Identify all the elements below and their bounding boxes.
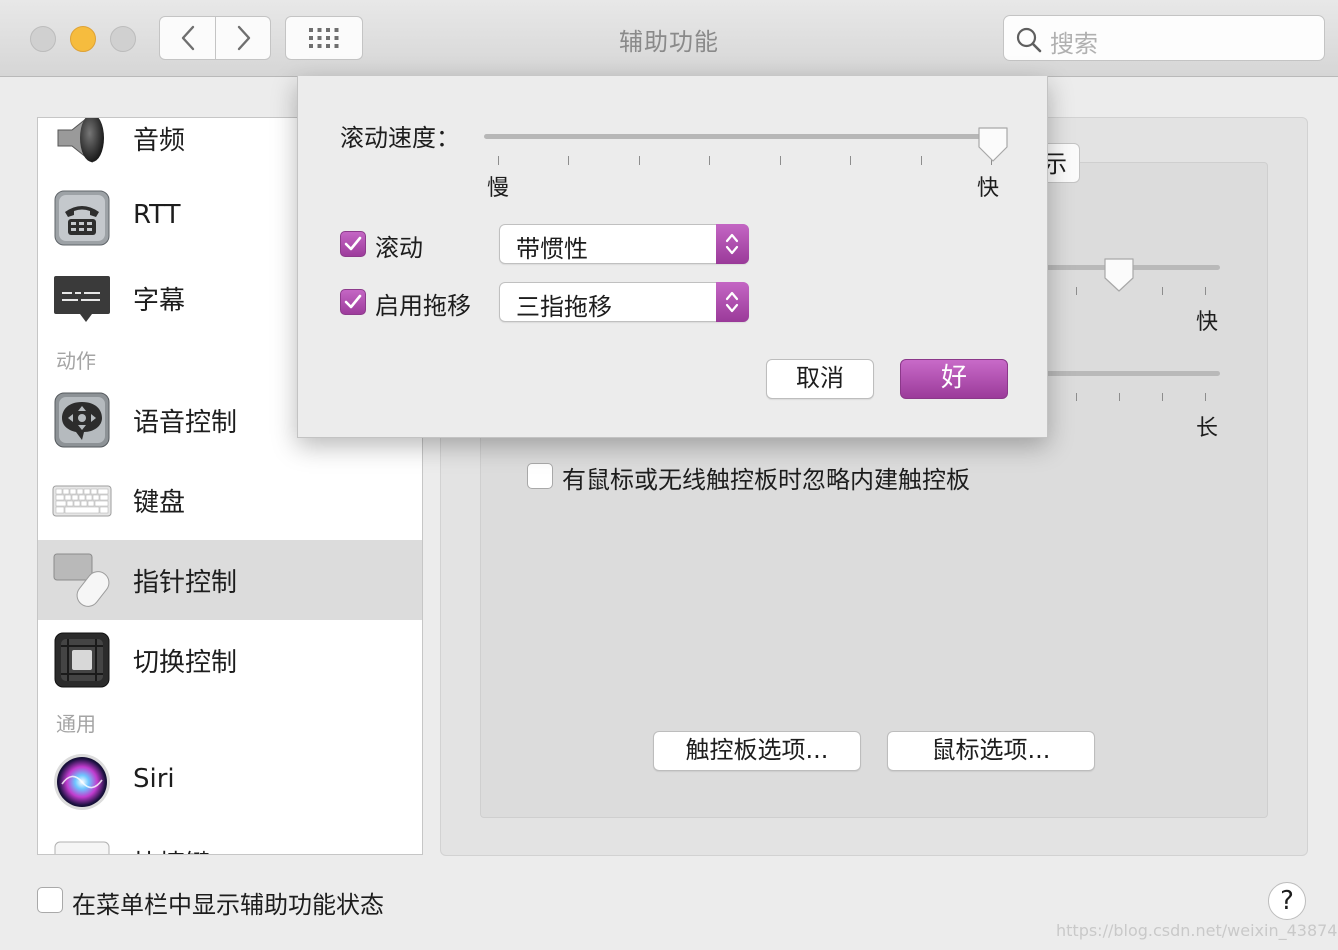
scroll-checkbox-label: 滚动 — [375, 234, 423, 262]
sidebar-item-label: Siri — [133, 764, 175, 794]
checkmark-icon — [344, 236, 362, 251]
trackpad-options-sheet: 滚动速度： 慢 快 滚动 带惯性 启用拖移 三指拖移 取消 好 — [297, 76, 1048, 438]
sidebar-item-label: RTT — [133, 200, 181, 230]
search-field[interactable]: 搜索 — [1003, 15, 1325, 61]
sidebar-item-keyboard[interactable]: 键盘 — [38, 460, 422, 540]
delay-long-label: 长 — [1196, 416, 1219, 441]
siri-icon — [54, 754, 110, 810]
slider-tick — [1076, 393, 1077, 401]
slider-tick — [850, 156, 851, 165]
search-placeholder: 搜索 — [1050, 30, 1098, 58]
section-header-general: 通用 — [56, 712, 96, 736]
switch-control-icon — [54, 632, 110, 688]
drag-checkbox-label: 启用拖移 — [375, 292, 471, 320]
mouse-options-button[interactable]: 鼠标选项... — [887, 731, 1095, 771]
scroll-speed-label: 滚动速度： — [340, 124, 460, 152]
menubar-status-checkbox[interactable] — [37, 887, 63, 913]
slider-tick — [568, 156, 569, 165]
scroll-mode-popup[interactable]: 带惯性 — [499, 224, 749, 264]
scroll-checkbox[interactable] — [340, 231, 366, 257]
slider-tick — [921, 156, 922, 165]
section-header-actions: 动作 — [56, 349, 96, 373]
sidebar-item-label: 快捷键 — [133, 844, 211, 854]
trackpad-options-button[interactable]: 触控板选项... — [653, 731, 861, 771]
checkmark-icon — [344, 294, 362, 309]
slider-tick — [780, 156, 781, 165]
scroll-speed-fast-label: 快 — [977, 176, 1000, 201]
title-bar: 辅助功能 搜索 — [0, 0, 1338, 77]
sidebar-item-switch-control[interactable]: 切换控制 — [38, 620, 422, 700]
slider-tick — [1162, 393, 1163, 401]
popup-arrows — [716, 282, 749, 322]
slider-tick — [1076, 287, 1077, 295]
sidebar-item-siri[interactable]: Siri — [38, 742, 422, 822]
slider-tick — [1205, 287, 1206, 295]
voice-control-icon — [54, 392, 110, 448]
search-icon — [1016, 27, 1042, 53]
slider-tick — [639, 156, 640, 165]
ok-button[interactable]: 好 — [900, 359, 1008, 399]
slider-tick — [709, 156, 710, 165]
drag-mode-popup[interactable]: 三指拖移 — [499, 282, 749, 322]
scroll-speed-slider-knob[interactable] — [976, 125, 1010, 165]
shortcut-icon — [54, 841, 110, 854]
chevron-up-down-icon — [725, 291, 739, 313]
cancel-button[interactable]: 取消 — [766, 359, 874, 399]
watermark: https://blog.csdn.net/weixin_43874301 — [1056, 921, 1338, 940]
drag-checkbox[interactable] — [340, 289, 366, 315]
pointer-control-icon — [53, 553, 110, 607]
sidebar-item-pointer-control[interactable]: 指针控制 — [38, 540, 422, 620]
chevron-up-down-icon — [725, 233, 739, 255]
captions-icon — [54, 276, 110, 322]
scroll-mode-value: 带惯性 — [516, 235, 588, 263]
speed-fast-label: 快 — [1196, 310, 1219, 335]
slider-tick — [498, 156, 499, 165]
scroll-speed-slider[interactable] — [484, 134, 1004, 139]
slider-tick — [1205, 393, 1206, 401]
sidebar-item-label: 指针控制 — [133, 568, 238, 598]
slider-tick — [1162, 287, 1163, 295]
help-button[interactable]: ? — [1268, 882, 1306, 920]
popup-arrows — [716, 224, 749, 264]
speaker-icon — [57, 118, 104, 164]
keyboard-icon — [52, 485, 112, 517]
slider-knob[interactable] — [1102, 256, 1136, 294]
sidebar-item-label: 音频 — [133, 126, 186, 156]
sidebar-item-label: 切换控制 — [133, 648, 238, 678]
sidebar-item-label: 字幕 — [133, 286, 186, 316]
ignore-trackpad-label: 有鼠标或无线触控板时忽略内建触控板 — [562, 466, 970, 494]
scroll-speed-slow-label: 慢 — [487, 176, 510, 201]
sidebar-item-shortcut[interactable]: 快捷键 — [38, 822, 422, 854]
sidebar-item-label: 语音控制 — [133, 408, 238, 438]
ignore-trackpad-checkbox[interactable] — [527, 463, 553, 489]
sidebar-item-label: 键盘 — [133, 488, 186, 518]
menubar-status-label: 在菜单栏中显示辅助功能状态 — [72, 891, 384, 919]
telephone-icon — [54, 190, 110, 246]
slider-tick — [1119, 393, 1120, 401]
drag-mode-value: 三指拖移 — [516, 293, 612, 321]
